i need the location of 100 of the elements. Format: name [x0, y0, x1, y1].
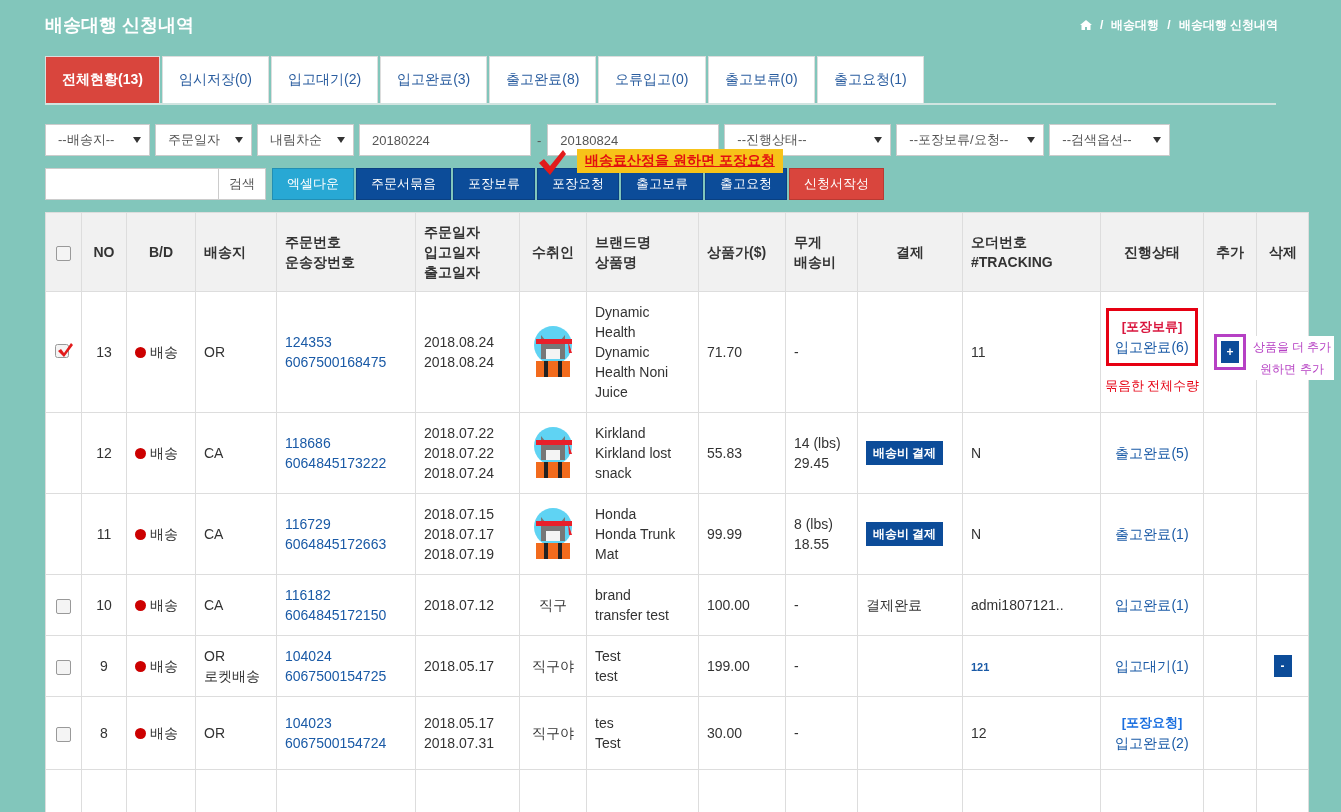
- status-link[interactable]: 출고완료(5): [1115, 443, 1189, 463]
- row-number: 8: [100, 725, 108, 741]
- column-header: 수취인: [532, 244, 574, 260]
- tracking-number: 12: [971, 725, 987, 741]
- destination: OR: [204, 725, 225, 741]
- search-button[interactable]: 검색: [218, 168, 266, 200]
- destination: CA: [204, 445, 224, 461]
- action-button[interactable]: 주문서묶음: [356, 168, 451, 200]
- delivery-type: 배송: [150, 725, 178, 741]
- action-button[interactable]: 신청서작성: [789, 168, 884, 200]
- select-dropdown[interactable]: 내림차순: [257, 124, 354, 156]
- recipient: 직구: [539, 597, 567, 613]
- home-icon[interactable]: [1079, 20, 1092, 30]
- status-link[interactable]: 출고완료(1): [1115, 524, 1189, 544]
- tracking-number: 11: [971, 344, 986, 360]
- tracking-link[interactable]: 121: [971, 660, 990, 673]
- caret-icon: [874, 137, 883, 143]
- packing-tag: [포장요청]: [1121, 713, 1183, 733]
- dates: 2018.07.22 2018.07.22 2018.07.24: [424, 425, 495, 481]
- product-name: Honda Honda Trunk Mat: [595, 506, 676, 562]
- product-name: Test test: [595, 648, 621, 684]
- column-header: 결제: [896, 244, 924, 260]
- select-dropdown[interactable]: 주문일자: [155, 124, 252, 156]
- price: 71.70: [707, 344, 743, 360]
- dates: 2018.07.15 2018.07.17 2018.07.19: [424, 506, 495, 562]
- column-header: 오더번호 #TRACKING: [971, 234, 1053, 270]
- delivery-type: 배송: [150, 658, 178, 674]
- status-dot: [135, 347, 146, 358]
- weight-shipping-fee: 14 (lbs) 29.45: [794, 435, 841, 471]
- select-dropdown[interactable]: --포장보류/요청--: [896, 124, 1045, 156]
- weight-shipping-fee: 8 (lbs) 18.55: [794, 516, 833, 552]
- product-name: Dynamic Health Dynamic Health Noni Juice: [595, 304, 669, 400]
- column-header: 무게 배송비: [794, 234, 836, 270]
- status-link[interactable]: 입고완료(6): [1115, 337, 1189, 357]
- column-header: 삭제: [1268, 244, 1297, 260]
- column-header: 추가: [1216, 244, 1244, 260]
- checkbox[interactable]: [54, 341, 73, 358]
- weight-shipping-fee: -: [794, 725, 799, 741]
- checkbox[interactable]: [56, 598, 71, 614]
- row-number: 9: [100, 658, 108, 674]
- pay-shipping-button[interactable]: 배송비 결제: [866, 522, 944, 546]
- weight-shipping-fee: -: [794, 597, 799, 613]
- recipient: 직구야: [532, 658, 574, 674]
- date-field[interactable]: 20180224: [359, 124, 531, 156]
- add-button[interactable]: +: [1221, 341, 1239, 363]
- column-header: B/D: [148, 244, 174, 260]
- tracking-number: admi1807121..: [971, 597, 1064, 613]
- tracking-number: N: [971, 526, 982, 542]
- tracking-number: N: [971, 445, 982, 461]
- checkbox[interactable]: [56, 726, 71, 742]
- caret-icon: [337, 137, 345, 143]
- delete-button[interactable]: -: [1273, 655, 1292, 677]
- tab[interactable]: 입고완료(3): [380, 56, 488, 103]
- status-dot: [135, 728, 146, 739]
- delivery-type: 배송: [150, 597, 178, 613]
- tab[interactable]: 출고요청(1): [816, 56, 924, 103]
- status-link[interactable]: 입고완료(2): [1115, 733, 1189, 753]
- price: 55.83: [707, 445, 743, 461]
- row-number: 12: [96, 445, 112, 461]
- checkmark-icon: [537, 149, 567, 176]
- delivery-type: 배송: [150, 526, 178, 542]
- price: 100.00: [707, 597, 750, 613]
- action-button[interactable]: 포장보류: [453, 168, 535, 200]
- search-field[interactable]: [45, 168, 218, 200]
- column-header: 상품가($): [707, 244, 767, 260]
- page-title: 배송대행 신청내역: [45, 14, 194, 37]
- product-name: Kirkland Kirkland lost snack: [595, 425, 672, 481]
- breadcrumb-separator: /: [1167, 18, 1171, 32]
- tab[interactable]: 입고대기(2): [271, 56, 379, 103]
- range-dash: -: [536, 132, 543, 148]
- column-header: 배송지: [204, 244, 246, 260]
- caret-icon: [133, 137, 141, 143]
- tab[interactable]: 출고완료(8): [489, 56, 597, 103]
- delivery-type: 배송: [150, 344, 178, 360]
- payment-status: 결제완료: [866, 597, 922, 613]
- recipient: 직구야: [532, 725, 574, 741]
- status-dot: [135, 448, 146, 459]
- tab[interactable]: 출고보류(0): [707, 56, 815, 103]
- column-header: 주문일자 입고일자 출고일자: [424, 224, 480, 280]
- select-dropdown[interactable]: --검색옵션--: [1049, 124, 1171, 156]
- dates: 2018.08.24 2018.08.24: [424, 334, 495, 370]
- product-name: tes Test: [595, 715, 621, 751]
- select-all-checkbox[interactable]: [56, 245, 71, 261]
- tab[interactable]: 임시저장(0): [161, 56, 270, 103]
- destination: OR: [204, 344, 225, 360]
- annotation-note: 묶음한 전체수량: [1104, 377, 1200, 395]
- dates: 2018.07.12: [424, 597, 495, 613]
- destination: CA: [204, 526, 224, 542]
- tab[interactable]: 전체현황(13): [45, 56, 160, 103]
- checkbox[interactable]: [56, 659, 71, 675]
- destination: CA: [204, 597, 224, 613]
- price: 199.00: [707, 658, 750, 674]
- pay-shipping-button[interactable]: 배송비 결제: [866, 441, 944, 465]
- dates: 2018.05.17: [424, 658, 495, 674]
- row-number: 10: [96, 597, 112, 613]
- tab[interactable]: 오류입고(0): [598, 56, 706, 103]
- weight-shipping-fee: -: [794, 344, 799, 360]
- delivery-type: 배송: [150, 445, 178, 461]
- status-dot: [135, 661, 146, 672]
- select-dropdown[interactable]: --배송지--: [45, 124, 150, 156]
